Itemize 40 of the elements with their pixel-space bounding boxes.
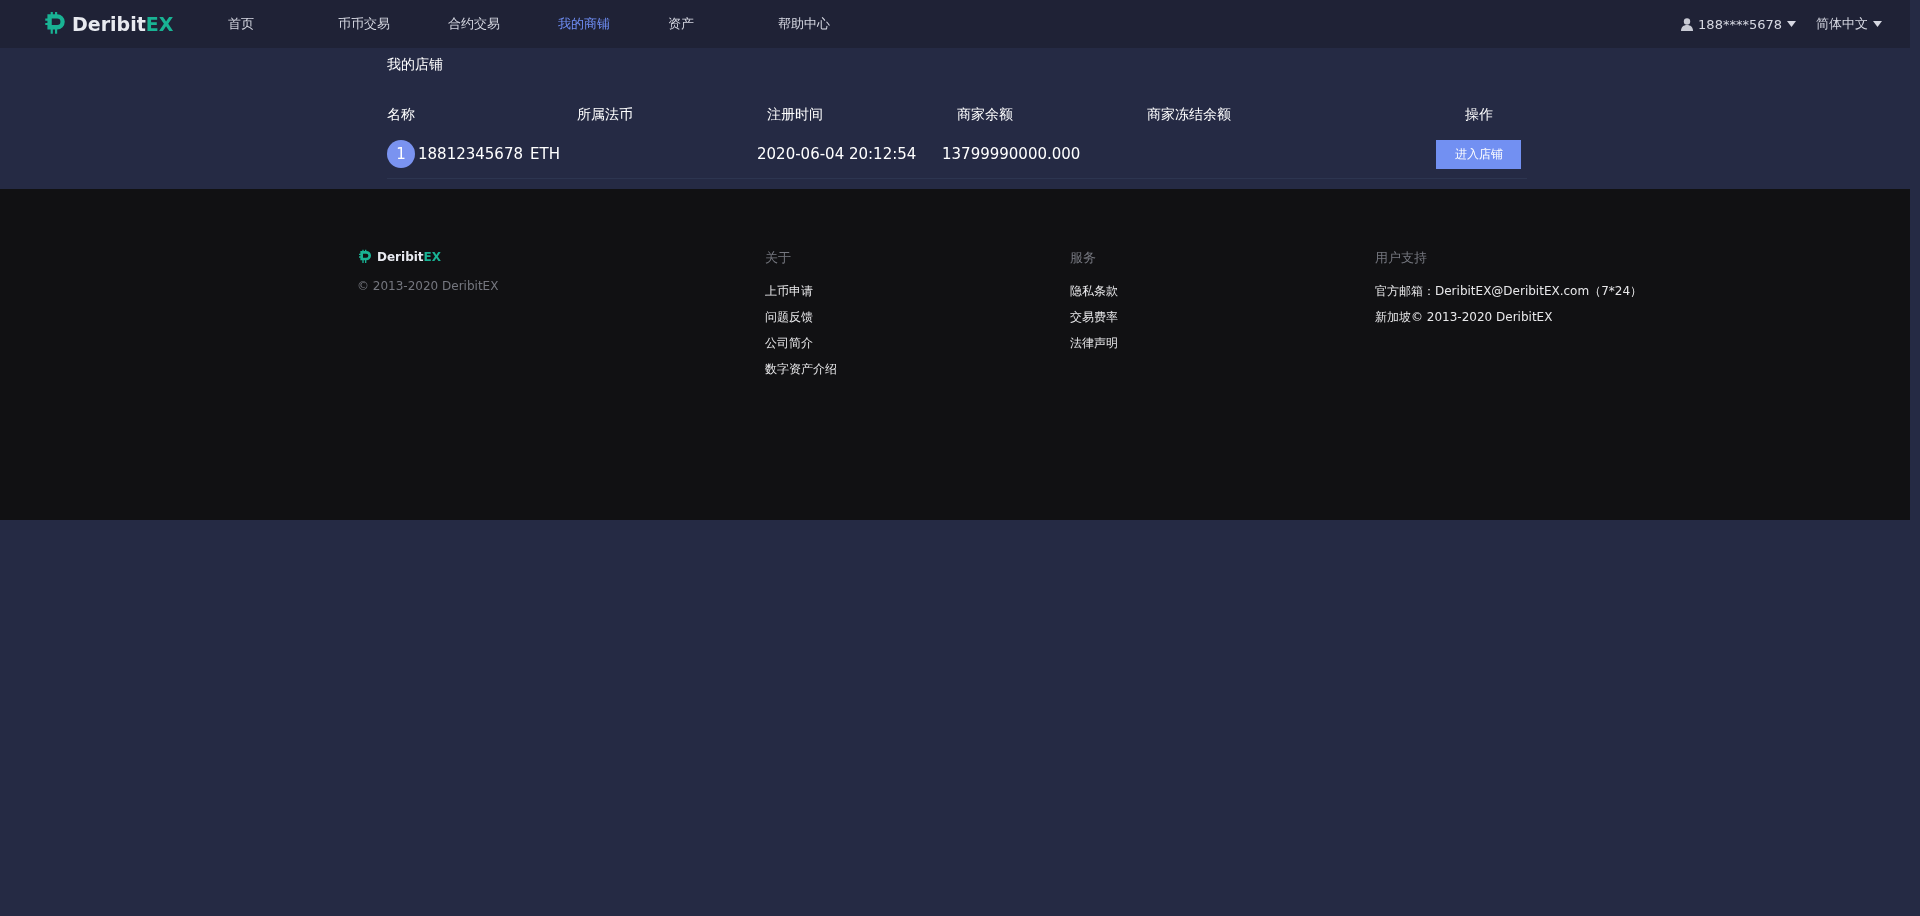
footer-text: 新加坡© 2013-2020 DeribitEX [1375, 309, 1554, 326]
footer-link[interactable]: 法律声明 [1070, 335, 1375, 352]
row-number: 1 [387, 140, 415, 168]
footer-link[interactable]: 数字资产介绍 [765, 361, 1070, 378]
nav-link[interactable]: 帮助中心 [778, 15, 889, 33]
nav-link[interactable]: 币币交易 [338, 15, 449, 33]
caret-icon [1873, 21, 1882, 27]
footer-heading: 用户支持 [1375, 249, 1428, 267]
footer-text: 官方邮箱：DeribitEX@DeribitEX.com（7*24） [1375, 283, 1644, 300]
column-header: 名称 [387, 106, 416, 124]
footer-link[interactable]: 上币申请 [765, 283, 1070, 300]
footer-heading: 关于 [765, 249, 792, 267]
table-cell-text: 13799990000.000 [942, 145, 1082, 163]
footer-heading: 服务 [1070, 249, 1097, 267]
footer-link[interactable]: 公司简介 [765, 335, 1070, 352]
column-header: 商家余额 [957, 106, 1014, 124]
nav-link[interactable]: 我的商铺 [558, 15, 669, 33]
column-header: 商家冻结余额 [1147, 106, 1232, 124]
logo-icon [357, 249, 373, 265]
section-title: 我的店铺 [387, 55, 444, 74]
nav-link[interactable]: 资产 [668, 15, 779, 33]
brand-name[interactable]: DeribitEX [72, 13, 174, 35]
brand-name: DeribitEX [377, 250, 442, 264]
table-cell-text: ETH [530, 145, 561, 163]
language-menu[interactable]: 简体中文 [1816, 15, 1882, 33]
user-menu[interactable]: 188****5678 [1681, 16, 1796, 32]
nav-link[interactable]: 首页 [228, 15, 339, 33]
copyright-text: © 2013-2020 DeribitEX [357, 279, 500, 293]
nav-link[interactable]: 合约交易 [448, 15, 559, 33]
caret-icon [1787, 21, 1796, 27]
user-icon [1681, 17, 1694, 31]
column-header: 操作 [1464, 106, 1494, 124]
table-cell-text: 2020-06-04 20:12:54 [757, 145, 918, 163]
footer-link[interactable]: 问题反馈 [765, 309, 1070, 326]
table-cell-text: 18812345678 [417, 145, 524, 163]
column-header: 注册时间 [767, 106, 824, 124]
footer-link[interactable]: 交易费率 [1070, 309, 1375, 326]
column-header: 所属法币 [577, 106, 634, 124]
footer-link[interactable]: 隐私条款 [1070, 283, 1375, 300]
logo-icon [42, 11, 68, 37]
